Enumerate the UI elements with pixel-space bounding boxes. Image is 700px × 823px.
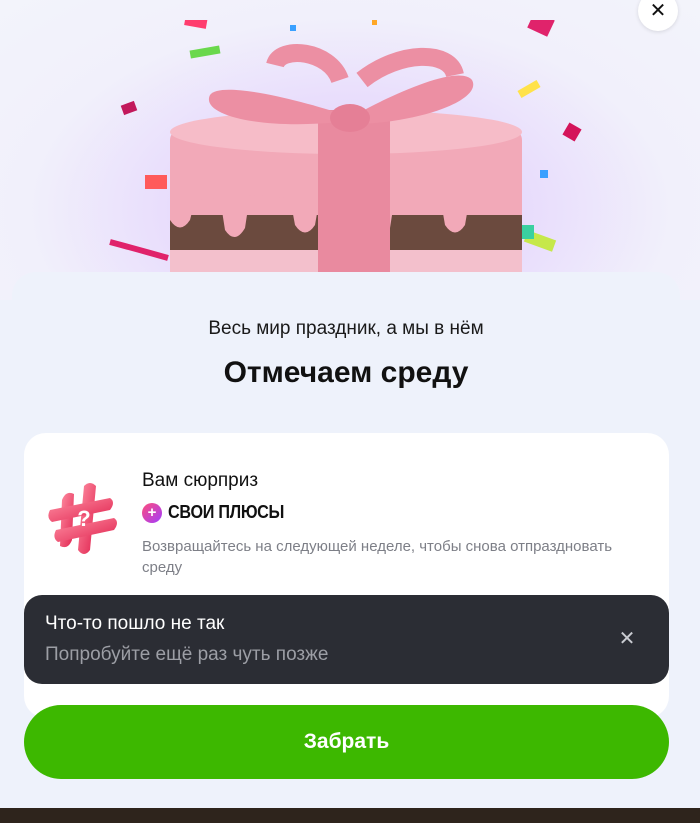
toast-message: Попробуйте ещё раз чуть позже bbox=[45, 644, 329, 665]
toast-close-button[interactable]: ✕ bbox=[614, 625, 640, 651]
card-description: Возвращайтесь на следующей неделе, чтобы… bbox=[142, 538, 613, 576]
dialog-title: Отмечаем среду bbox=[223, 356, 469, 389]
brand-name: СВОИ ПЛЮСЫ bbox=[168, 502, 285, 522]
error-toast: Что-то пошло не так Попробуйте ещё раз ч… bbox=[24, 595, 669, 684]
close-dialog-button[interactable]: ✕ bbox=[638, 0, 678, 31]
brand-row: + СВОИ ПЛЮСЫ bbox=[142, 502, 297, 523]
dialog-subtitle: Весь мир праздник, а мы в нём bbox=[208, 318, 484, 339]
close-icon: ✕ bbox=[618, 627, 636, 650]
toast-title: Что-то пошло не так bbox=[45, 613, 225, 634]
close-icon: ✕ bbox=[649, 0, 667, 22]
claim-button-label: Забрать bbox=[303, 730, 390, 753]
plus-logo-icon: + bbox=[142, 502, 162, 523]
page-bottom-edge bbox=[0, 808, 700, 823]
cake-illustration bbox=[109, 20, 582, 280]
card-heading: Вам сюрприз bbox=[142, 470, 259, 491]
svg-text:?: ? bbox=[77, 506, 90, 531]
hero-illustration: ✕ bbox=[0, 0, 700, 300]
claim-button[interactable]: Забрать bbox=[24, 705, 669, 779]
mystery-gift-icon: ? bbox=[48, 483, 117, 554]
